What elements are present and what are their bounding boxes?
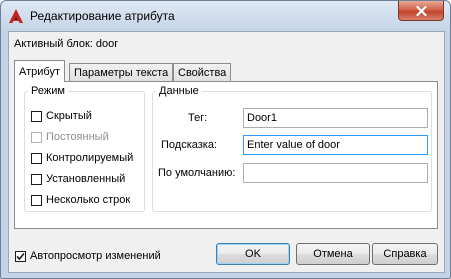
checkbox-label: Автопросмотр изменений	[30, 250, 161, 262]
data-group: Данные Тег: Подсказка: По умолчанию:	[152, 85, 432, 212]
tab-text-options[interactable]: Параметры текста	[69, 63, 174, 81]
dialog-client-area: Активный блок: door Атрибут Параметры те…	[8, 31, 445, 273]
check-icon	[16, 252, 25, 260]
default-label: По умолчанию:	[158, 167, 236, 179]
checkbox-label: Установленный	[46, 173, 126, 185]
active-block-label: Активный блок: door	[14, 38, 118, 50]
tag-label: Тег:	[188, 112, 208, 124]
dialog-window: Редактирование атрибута Активный блок: d…	[0, 0, 451, 279]
default-input[interactable]	[243, 163, 428, 183]
constant-checkbox[interactable]: Постоянный	[31, 130, 109, 144]
checkbox-box[interactable]	[31, 194, 42, 206]
data-group-title: Данные	[159, 85, 199, 97]
multiple-lines-checkbox[interactable]: Несколько строк	[31, 193, 130, 207]
checkbox-label: Постоянный	[46, 131, 109, 143]
checkbox-label: Несколько строк	[46, 194, 131, 206]
cancel-button[interactable]: Отмена	[296, 243, 370, 265]
close-icon	[415, 5, 427, 16]
window-title: Редактирование атрибута	[30, 9, 175, 23]
attribute-tab-panel: Режим Скрытый Постоянный Контролируемый …	[14, 81, 438, 229]
auto-preview-checkbox[interactable]: Автопросмотр изменений	[15, 249, 161, 263]
help-button[interactable]: Справка	[372, 243, 438, 265]
tab-properties[interactable]: Свойства	[173, 63, 232, 81]
preset-checkbox[interactable]: Установленный	[31, 172, 125, 186]
title-bar[interactable]: Редактирование атрибута	[1, 1, 450, 31]
close-button[interactable]	[398, 1, 444, 21]
checkbox-label: Скрытый	[46, 110, 92, 122]
autocad-a-icon	[9, 9, 23, 23]
tag-input[interactable]	[243, 108, 428, 128]
invisible-checkbox[interactable]: Скрытый	[31, 109, 92, 123]
checkbox-box[interactable]	[31, 173, 42, 185]
mode-group-title: Режим	[31, 85, 65, 97]
checkbox-box[interactable]	[31, 152, 42, 164]
ok-button[interactable]: OK	[216, 243, 290, 265]
tab-attribute[interactable]: Атрибут	[14, 60, 65, 82]
checkbox-box[interactable]	[31, 110, 42, 122]
verify-checkbox[interactable]: Контролируемый	[31, 151, 133, 165]
prompt-label: Подсказка:	[161, 139, 218, 151]
checkbox-label: Контролируемый	[46, 152, 134, 164]
mode-group: Режим Скрытый Постоянный Контролируемый …	[24, 85, 145, 212]
checkbox-box[interactable]	[31, 131, 42, 143]
prompt-input[interactable]	[243, 135, 428, 155]
checkbox-box[interactable]	[15, 250, 26, 262]
